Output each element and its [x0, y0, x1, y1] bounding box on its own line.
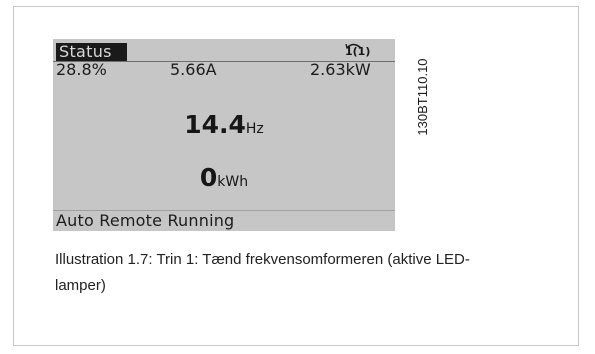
- figure-caption: Illustration 1.7: Trin 1: Tænd frekvenso…: [55, 251, 470, 294]
- frequency-readout: 14.4Hz: [53, 108, 395, 146]
- figure-code-wrap: 130BT110.10: [408, 33, 430, 159]
- energy-value: 0: [199, 163, 218, 192]
- figure-code: 130BT110.10: [415, 58, 430, 136]
- power-readout: 2.63kW: [310, 60, 371, 79]
- current-readout: 5.66A: [170, 60, 217, 79]
- energy-unit: kWh: [217, 174, 249, 190]
- frequency-value: 14.4: [184, 110, 246, 139]
- status-bar: Status: [56, 43, 127, 61]
- setup-number: 1(1): [345, 45, 371, 58]
- operating-status: Auto Remote Running: [56, 211, 235, 230]
- speed-readout: 28.8%: [56, 60, 107, 79]
- lcp-display: Status 1(1) 28.8% 5.66A 2.63kW 14.4Hz 0k…: [53, 39, 395, 231]
- frequency-unit: Hz: [245, 121, 264, 137]
- status-label: Status: [59, 42, 112, 61]
- energy-readout: 0kWh: [53, 161, 395, 199]
- setup-indicator: 1(1): [337, 40, 371, 60]
